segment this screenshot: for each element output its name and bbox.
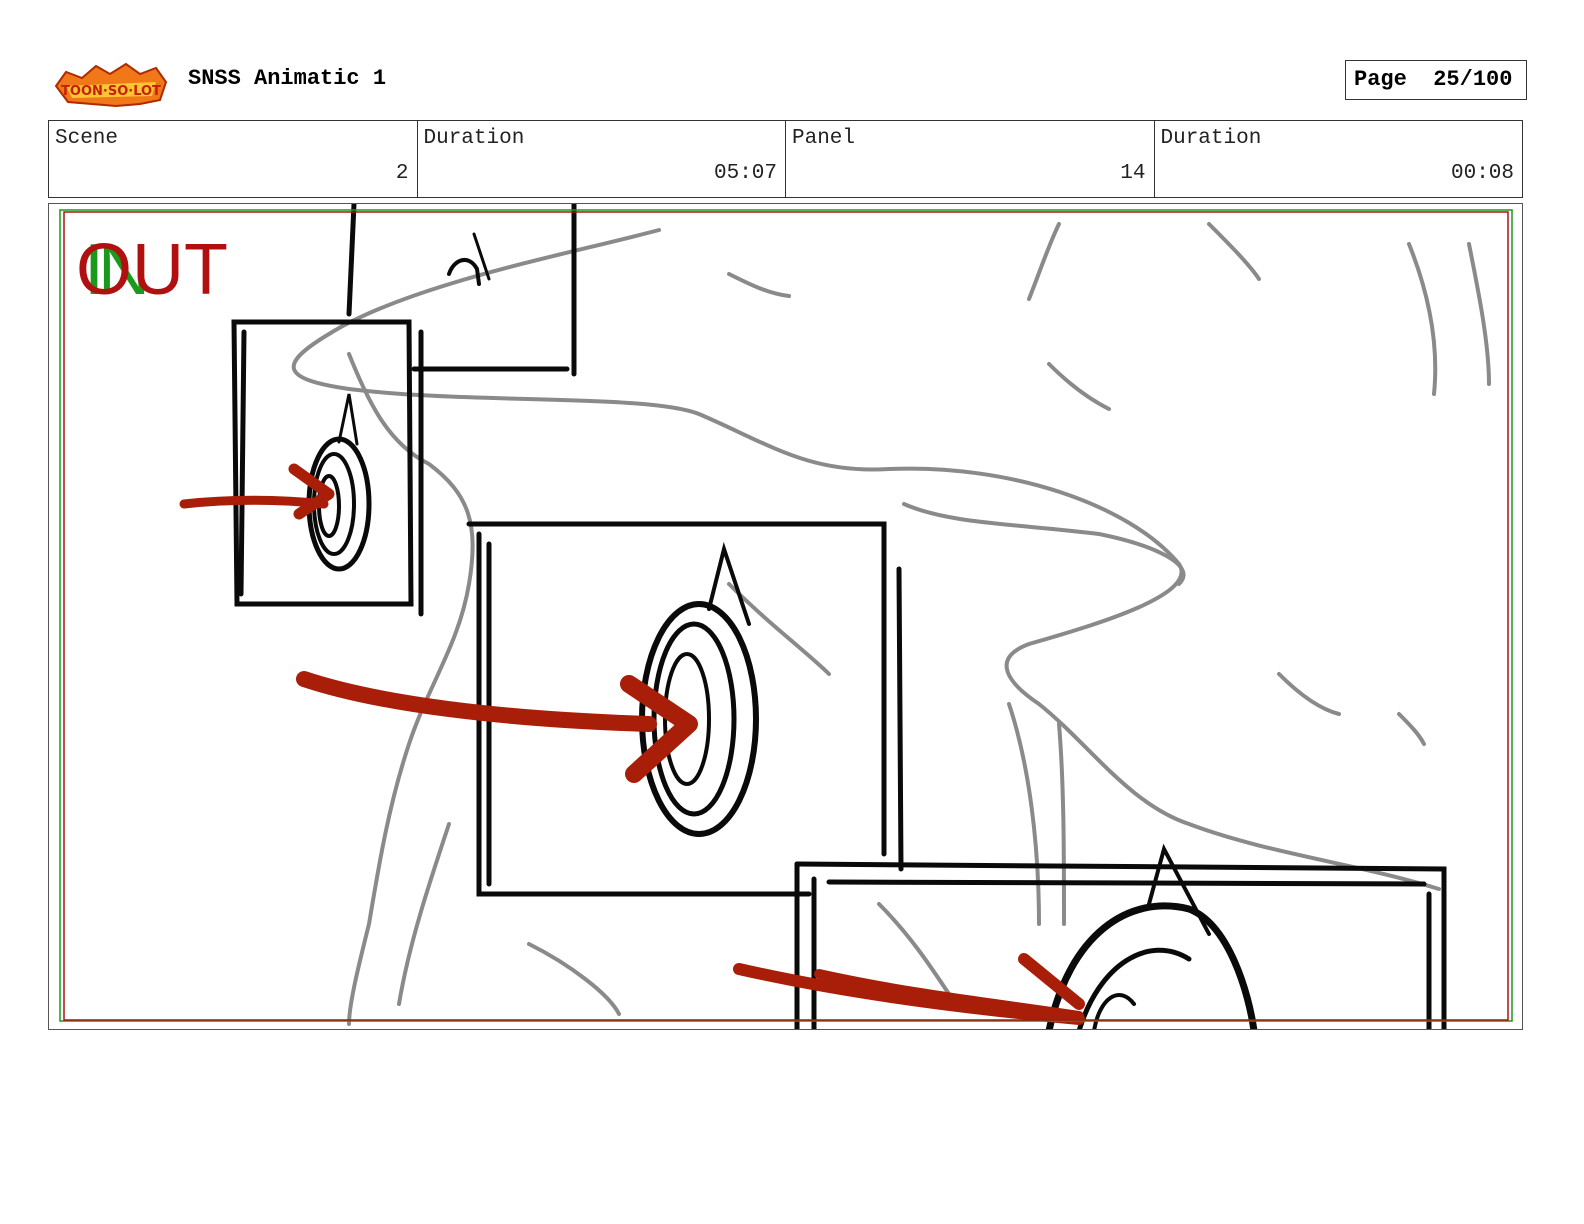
background-sketch (291, 222, 1491, 1026)
logo-icon: TOON·SO·LOT (54, 62, 168, 108)
storyboard-panel: IN OUT (48, 203, 1523, 1030)
panel-duration-cell: Duration 00:08 (1155, 121, 1523, 197)
panel-cell: Panel 14 (786, 121, 1155, 197)
page-label: Page (1354, 67, 1407, 92)
target-frames (231, 204, 1447, 1029)
out-label: OUT (76, 230, 228, 310)
panel-duration-label: Duration (1160, 127, 1262, 150)
scene-duration-label: Duration (423, 127, 525, 150)
panel-duration-value: 00:08 (1450, 162, 1514, 185)
panel-label: Panel (792, 127, 856, 150)
page-indicator: Page 25/100 (1345, 60, 1527, 100)
in-out-marker: IN OUT (76, 234, 246, 306)
panel-sketch (59, 204, 1513, 1029)
safe-area-green-guide (59, 209, 1513, 1022)
scene-label: Scene (55, 127, 119, 150)
scene-value: 2 (395, 162, 409, 185)
scene-info-table: Scene 2 Duration 05:07 Panel 14 Duration… (48, 120, 1523, 198)
svg-text:TOON·SO·LOT: TOON·SO·LOT (61, 84, 161, 99)
safe-area-red-guide (63, 211, 1509, 1021)
page-number: 25/100 (1433, 67, 1513, 92)
scene-duration-cell: Duration 05:07 (418, 121, 786, 197)
scene-duration-value: 05:07 (713, 162, 777, 185)
document-title: SNSS Animatic 1 (188, 66, 387, 91)
panel-value: 14 (1120, 162, 1146, 185)
scene-cell: Scene 2 (49, 121, 418, 197)
